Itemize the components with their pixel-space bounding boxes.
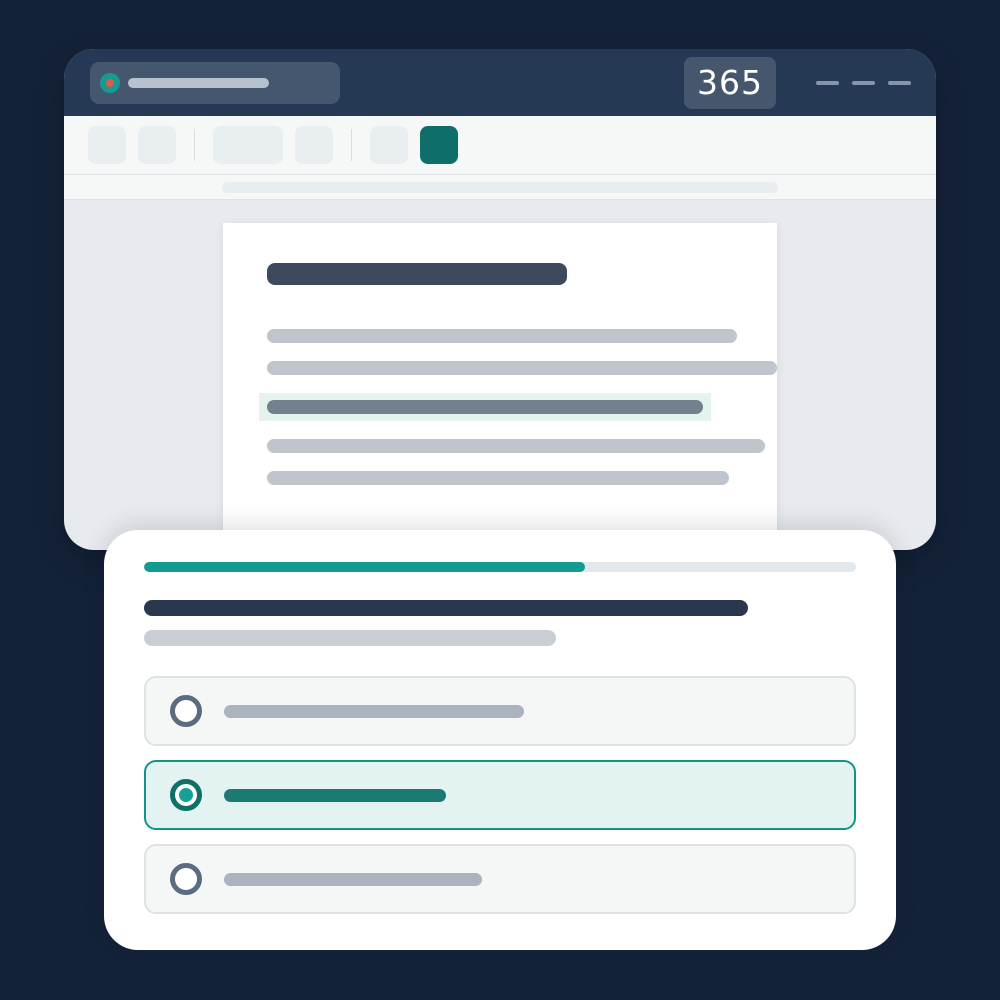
answer-text-placeholder <box>224 705 524 718</box>
toolbar-divider <box>351 129 352 161</box>
toolbar <box>64 116 936 174</box>
answer-option-2[interactable] <box>144 760 856 830</box>
quiz-progress-fill <box>144 562 586 572</box>
toolbar-divider <box>194 129 195 161</box>
document-heading-placeholder <box>267 263 567 285</box>
question-text-placeholder <box>144 600 748 616</box>
text-line-placeholder <box>267 439 765 453</box>
record-indicator-icon <box>100 73 120 93</box>
toolbar-button-active[interactable] <box>420 126 458 164</box>
answer-option-1[interactable] <box>144 676 856 746</box>
radio-icon[interactable] <box>170 695 202 727</box>
toolbar-dropdown[interactable] <box>213 126 283 164</box>
highlighted-text-line <box>267 400 703 414</box>
maximize-icon[interactable] <box>852 81 875 85</box>
ruler-track <box>222 182 778 193</box>
text-line-placeholder <box>267 471 729 485</box>
question-subtext-placeholder <box>144 630 556 646</box>
minimize-icon[interactable] <box>816 81 839 85</box>
radio-icon[interactable] <box>170 779 202 811</box>
address-text-placeholder <box>128 78 269 88</box>
answer-text-placeholder <box>224 789 446 802</box>
text-line-placeholder <box>267 329 737 343</box>
ruler <box>64 174 936 200</box>
text-line-placeholder <box>267 361 777 375</box>
answer-text-placeholder <box>224 873 482 886</box>
editor-window: 365 <box>64 49 936 550</box>
title-bar: 365 <box>64 49 936 116</box>
close-icon[interactable] <box>888 81 911 85</box>
quiz-progress-bar <box>144 562 856 572</box>
toolbar-button-3[interactable] <box>295 126 333 164</box>
toolbar-button-4[interactable] <box>370 126 408 164</box>
toolbar-button-2[interactable] <box>138 126 176 164</box>
quiz-card <box>104 530 896 950</box>
address-bar[interactable] <box>90 62 340 104</box>
answer-option-3[interactable] <box>144 844 856 914</box>
document-page <box>223 223 777 550</box>
radio-icon[interactable] <box>170 863 202 895</box>
toolbar-button-1[interactable] <box>88 126 126 164</box>
day-counter-badge: 365 <box>684 57 776 109</box>
